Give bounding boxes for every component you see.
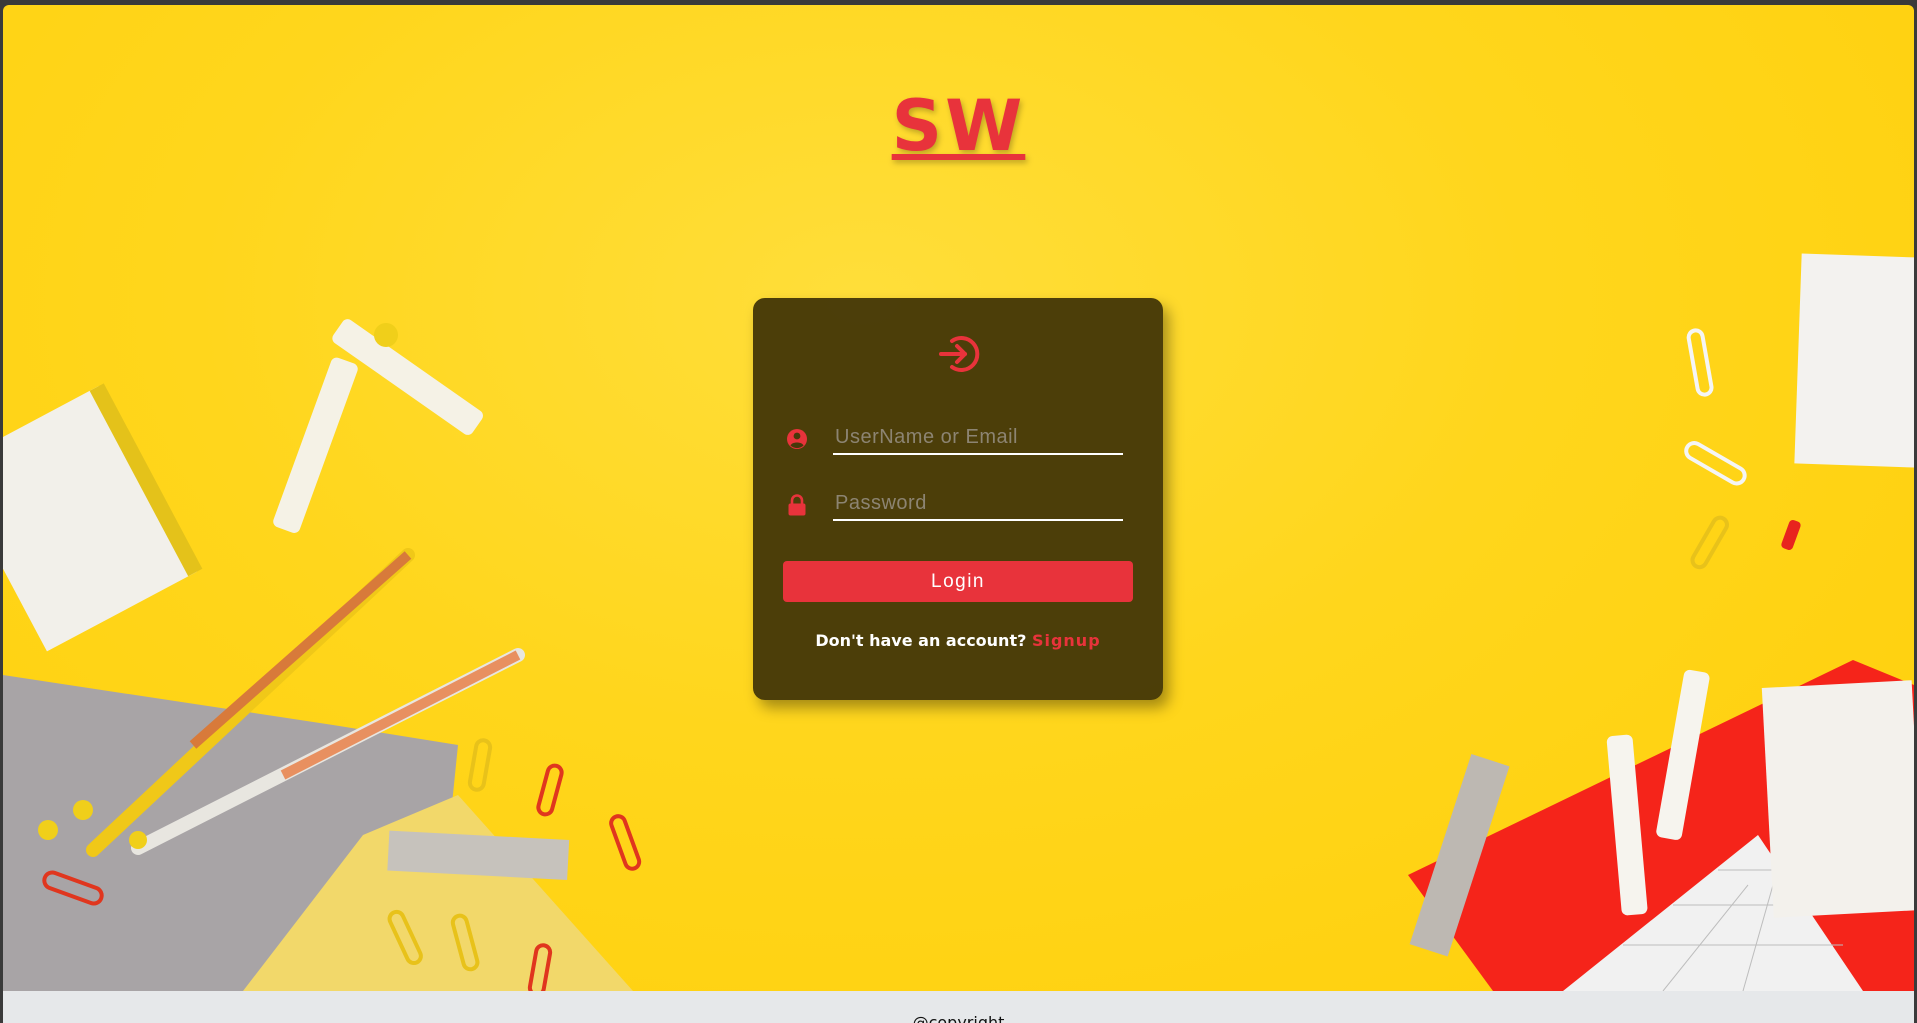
- password-field: [785, 487, 1130, 523]
- signup-link[interactable]: Signup: [1032, 631, 1101, 650]
- copyright-text: @copyright: [912, 1013, 1005, 1023]
- signup-prompt: Don't have an account?: [815, 631, 1027, 650]
- signup-row: Don't have an account? Signup: [753, 631, 1163, 650]
- sign-in-icon: [939, 336, 980, 372]
- password-input[interactable]: [833, 487, 1123, 521]
- hero-background: SW Logi: [3, 5, 1914, 991]
- username-input[interactable]: [833, 421, 1123, 455]
- footer: @copyright: [3, 991, 1914, 1023]
- lock-icon: [788, 494, 806, 516]
- username-field: [785, 421, 1130, 457]
- browser-viewport: SW Logi: [3, 5, 1914, 1023]
- login-card: Login Don't have an account? Signup: [753, 298, 1163, 700]
- login-button[interactable]: Login: [783, 561, 1133, 602]
- user-circle-icon: [787, 429, 807, 449]
- site-logo[interactable]: SW: [3, 85, 1914, 167]
